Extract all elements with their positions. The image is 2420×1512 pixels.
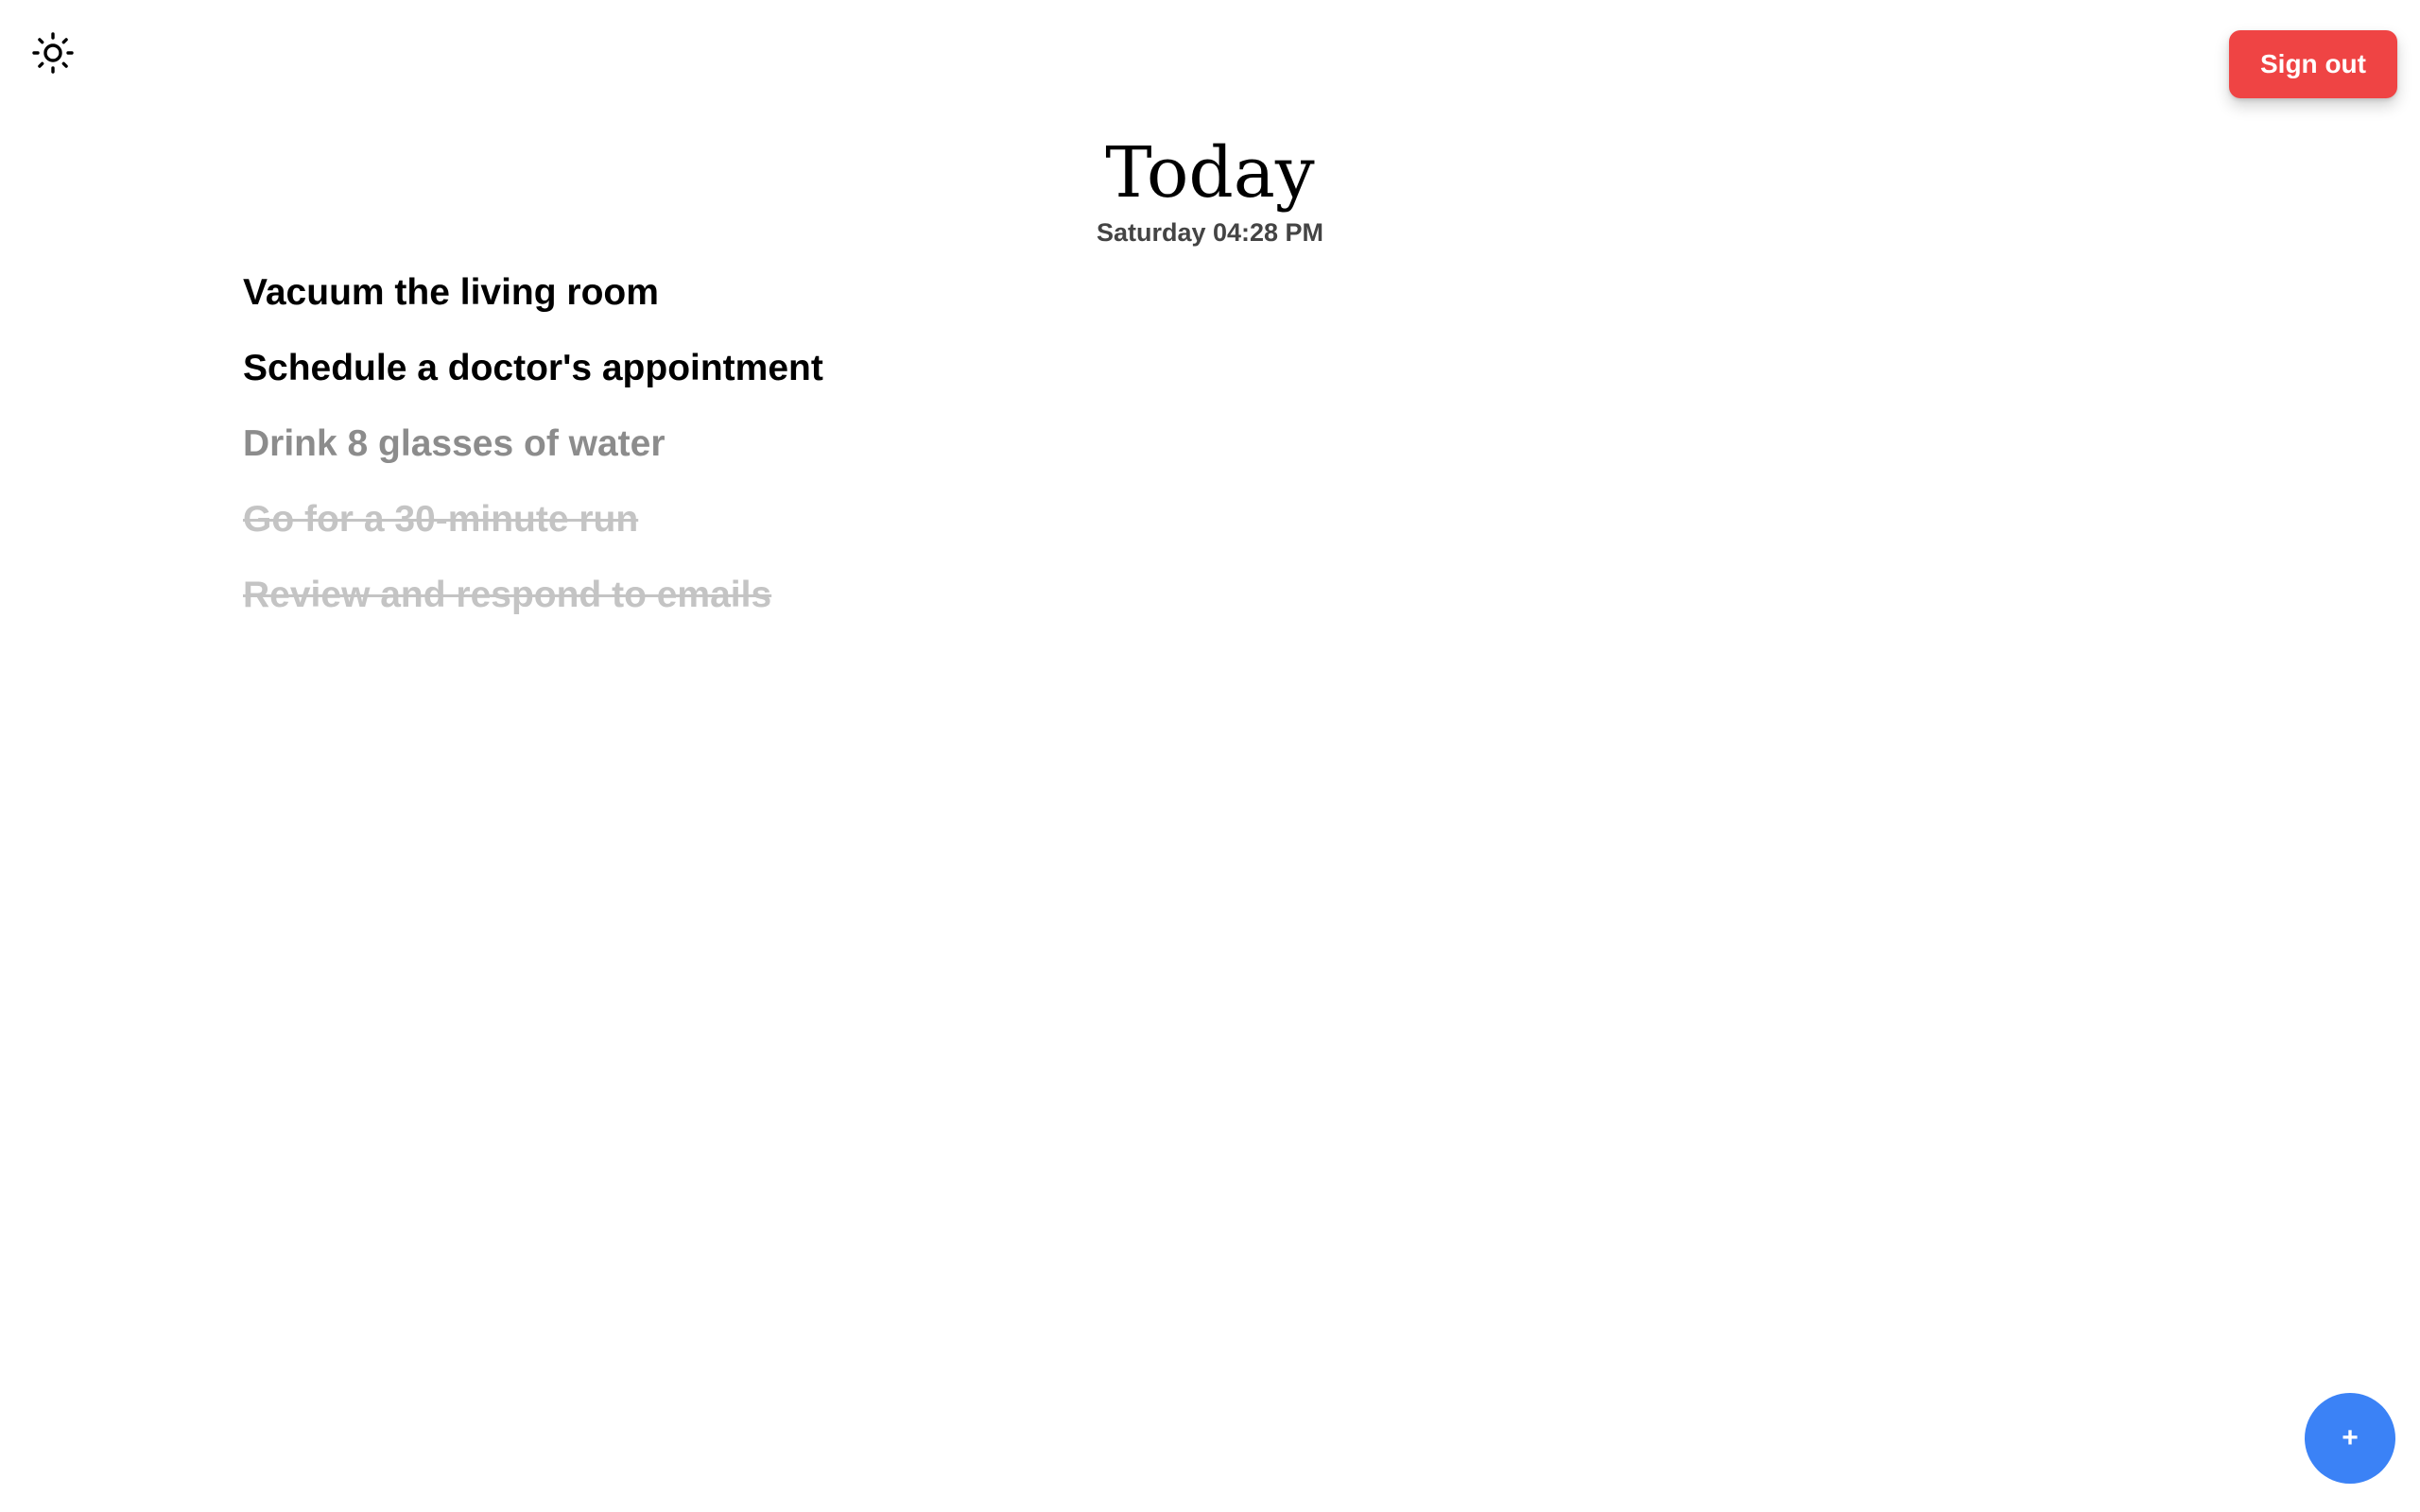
- task-item[interactable]: Vacuum the living room: [243, 268, 823, 344]
- sun-icon: [32, 32, 74, 74]
- page-title: Today: [1105, 132, 1315, 214]
- page-header: Today Saturday 04:28 PM: [0, 130, 2420, 249]
- task-item[interactable]: Go for a 30-minute run: [243, 495, 823, 571]
- date-time-label: Saturday 04:28 PM: [1096, 218, 1324, 247]
- task-item[interactable]: Drink 8 glasses of water: [243, 420, 823, 495]
- task-item[interactable]: Schedule a doctor's appointment: [243, 344, 823, 420]
- theme-toggle-button[interactable]: [25, 25, 81, 81]
- task-item[interactable]: Review and respond to emails: [243, 571, 823, 646]
- add-task-button[interactable]: +: [2305, 1393, 2395, 1484]
- sign-out-button[interactable]: Sign out: [2229, 30, 2397, 98]
- task-list: Vacuum the living room Schedule a doctor…: [243, 268, 823, 646]
